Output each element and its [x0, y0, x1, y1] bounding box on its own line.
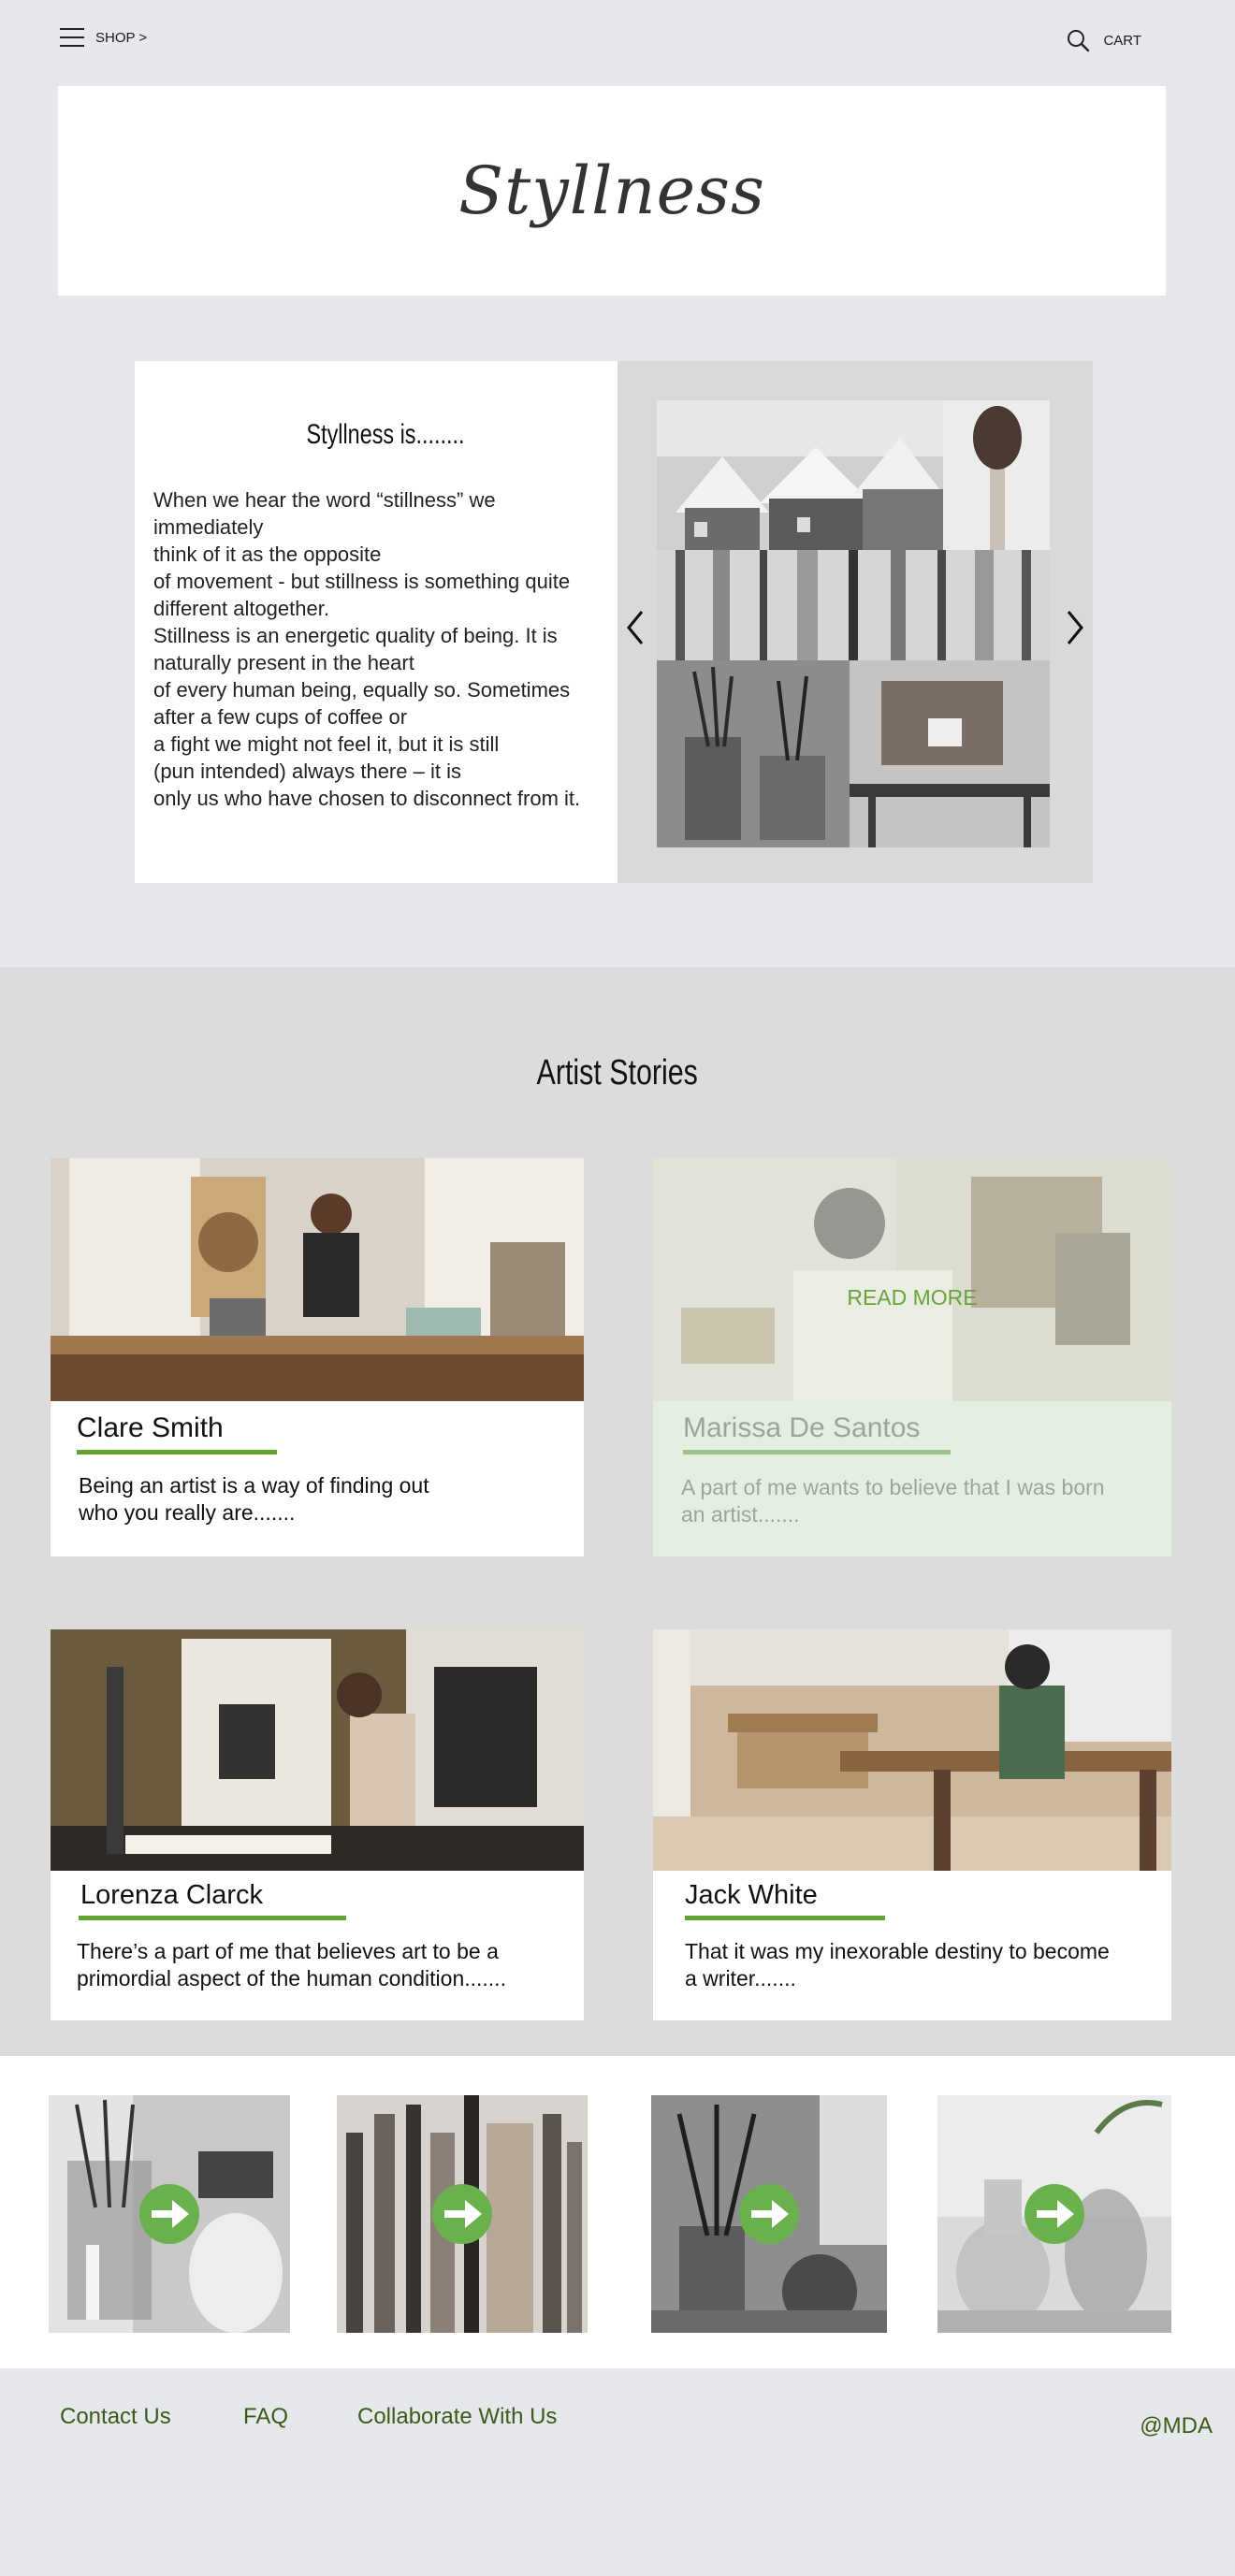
gallery-item-1[interactable] [49, 2095, 290, 2333]
artist-excerpt: A part of me wants to believe that I was… [681, 1475, 1105, 1527]
gallery-item-2[interactable] [337, 2095, 588, 2333]
arrow-right-icon[interactable] [138, 2183, 200, 2245]
contact-us-link[interactable]: Contact Us [60, 2404, 171, 2430]
nav-right-group: CART [1066, 28, 1141, 52]
collaborate-link[interactable]: Collaborate With Us [357, 2404, 557, 2430]
artist-card-marissa-de-santos[interactable]: READ MORE Marissa De Santos A part of me… [653, 1158, 1171, 1556]
artist-photo [653, 1158, 1171, 1401]
top-nav: SHOP > CART [0, 0, 1235, 86]
cart-link[interactable]: CART [1103, 33, 1141, 49]
name-underline [683, 1450, 951, 1454]
footer: Contact Us FAQ Collaborate With Us @MDA [0, 2368, 1235, 2576]
artist-name: Jack White [685, 1880, 818, 1910]
intro-title: Styllness is........ [306, 419, 465, 450]
artist-stories-section: Artist Stories Clare Smith Being an arti… [0, 967, 1235, 2056]
gallery-item-4[interactable] [937, 2095, 1171, 2333]
artist-photo [653, 1629, 1171, 1871]
artist-name: Clare Smith [77, 1412, 224, 1443]
faq-link[interactable]: FAQ [243, 2404, 288, 2430]
brand-banner: Styllness [58, 86, 1166, 296]
section-title: Artist Stories [536, 1053, 699, 1093]
name-underline [77, 1450, 277, 1454]
chevron-left-icon[interactable] [621, 606, 649, 649]
artist-name: Marissa De Santos [683, 1412, 921, 1443]
arrow-right-icon[interactable] [431, 2183, 493, 2245]
artist-name: Lorenza Clarck [80, 1880, 264, 1910]
search-icon[interactable] [1066, 28, 1090, 52]
intro-text-panel: Styllness is........ When we hear the wo… [135, 361, 618, 883]
brand-logo: Styllness [458, 152, 765, 229]
arrow-right-icon[interactable] [738, 2183, 800, 2245]
name-underline [79, 1916, 346, 1920]
image-slider [618, 361, 1093, 883]
product-gallery [0, 2056, 1235, 2368]
arrow-right-icon[interactable] [1024, 2183, 1085, 2245]
artist-card-lorenza-clarck[interactable]: Lorenza Clarck There’s a part of me that… [51, 1629, 584, 2020]
footer-credit: @MDA [1140, 2413, 1213, 2439]
hamburger-icon[interactable] [60, 28, 84, 47]
shop-label[interactable]: SHOP > [95, 30, 147, 46]
name-underline [685, 1916, 885, 1920]
shop-menu-button[interactable]: SHOP > [60, 28, 147, 47]
intro-body: When we hear the word “stillness” we imm… [153, 488, 581, 810]
read-more-link[interactable]: READ MORE [653, 1285, 1171, 1310]
artist-card-jack-white[interactable]: Jack White That it was my inexorable des… [653, 1629, 1171, 2020]
artist-photo [51, 1629, 584, 1871]
artist-photo [51, 1158, 584, 1401]
artist-excerpt: There’s a part of me that believes art t… [77, 1939, 506, 1990]
artist-card-clare-smith[interactable]: Clare Smith Being an artist is a way of … [51, 1158, 584, 1556]
artist-excerpt: Being an artist is a way of finding out … [79, 1473, 429, 1525]
chevron-right-icon[interactable] [1061, 606, 1089, 649]
intro-section: Styllness is........ When we hear the wo… [135, 361, 1093, 883]
gallery-item-3[interactable] [651, 2095, 887, 2333]
artist-excerpt: That it was my inexorable destiny to bec… [685, 1939, 1110, 1990]
slider-collage-image [657, 400, 1050, 847]
